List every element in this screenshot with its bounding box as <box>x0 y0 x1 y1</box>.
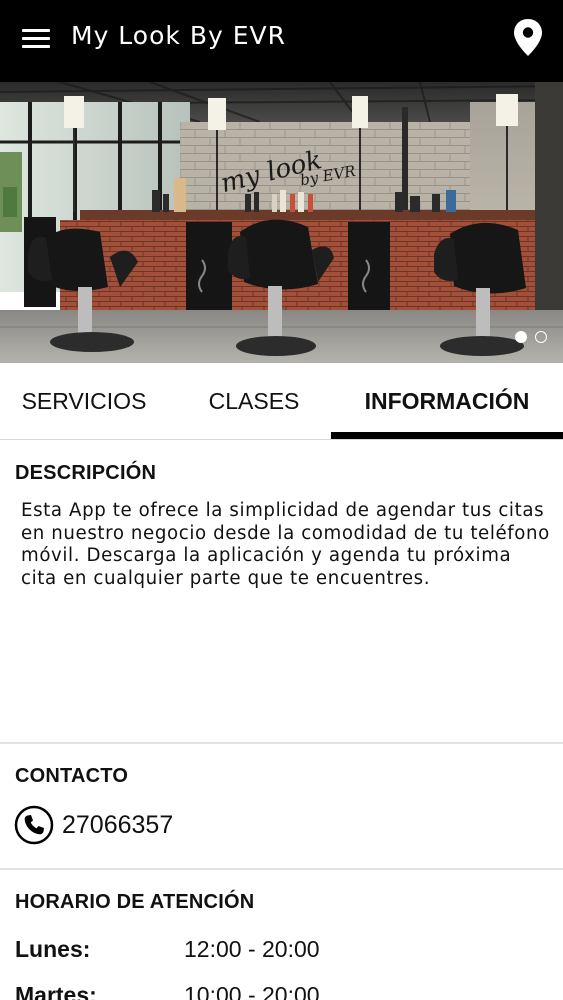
tab-selected-indicator <box>331 432 563 439</box>
map-pin-icon[interactable] <box>510 16 546 60</box>
carousel-dots <box>515 331 547 343</box>
contact-section: CONTACTO 27066357 <box>0 742 563 868</box>
hours-day: Lunes: <box>15 936 91 962</box>
carousel-dot-1[interactable] <box>515 331 527 343</box>
tab-clases[interactable]: CLASES <box>168 363 340 440</box>
contact-title: CONTACTO <box>15 765 129 787</box>
phone-icon <box>14 805 54 845</box>
salon-photo: my look by EVR <box>0 82 563 363</box>
phone-link[interactable]: 27066357 <box>14 804 173 846</box>
hours-title: HORARIO DE ATENCIÓN <box>15 891 255 913</box>
hours-row: Lunes: 12:00 - 20:00 <box>15 936 555 966</box>
app-bar: My Look By EVR <box>0 0 563 82</box>
phone-number[interactable]: 27066357 <box>62 811 173 840</box>
hours-row: Martes: 10:00 - 20:00 <box>15 982 555 1000</box>
tab-informacion[interactable]: INFORMACIÓN <box>331 363 563 440</box>
hours-day: Martes: <box>15 982 97 1000</box>
description-title: DESCRIPCIÓN <box>15 462 157 484</box>
hamburger-menu-icon[interactable] <box>12 20 60 56</box>
hours-time: 10:00 - 20:00 <box>184 982 320 1000</box>
description-section: DESCRIPCIÓN Esta App te ofrece la simpli… <box>0 440 563 742</box>
hours-section: HORARIO DE ATENCIÓN Lunes: 12:00 - 20:00… <box>0 868 563 1000</box>
carousel-dot-2[interactable] <box>535 331 547 343</box>
app-title: My Look By EVR <box>71 21 286 50</box>
tab-bar: SERVICIOS CLASES INFORMACIÓN <box>0 363 563 440</box>
hours-time: 12:00 - 20:00 <box>184 936 320 962</box>
description-text: Esta App te ofrece la simplicidad de age… <box>21 500 550 589</box>
hero-image-carousel[interactable]: my look by EVR <box>0 82 563 363</box>
tab-servicios[interactable]: SERVICIOS <box>0 363 168 440</box>
